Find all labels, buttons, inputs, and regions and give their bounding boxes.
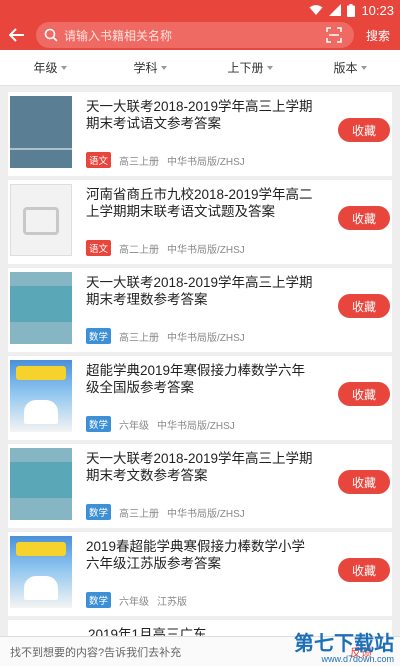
book-title: 天一大联考2018-2019学年高三上学期期末考文数参考答案 bbox=[86, 451, 313, 482]
scan-button[interactable] bbox=[322, 23, 346, 47]
list-item[interactable]: 2019春超能学典寒假接力棒数学小学六年级江苏版参考答案 数学 六年级 江苏版 收藏 bbox=[8, 532, 392, 616]
subject-tag: 数学 bbox=[86, 592, 112, 608]
caret-down-icon bbox=[266, 66, 273, 70]
book-publisher: 中华书局版/ZHSJ bbox=[167, 244, 245, 256]
favorite-button[interactable]: 收藏 bbox=[338, 206, 390, 230]
filter-bar: 年级 学科 上下册 版本 bbox=[0, 50, 400, 86]
watermark: 第七下载站 www.d7down.com bbox=[294, 627, 394, 664]
book-grade: 六年级 bbox=[119, 596, 150, 608]
book-cover bbox=[10, 272, 72, 344]
book-title: 河南省商丘市九校2018-2019学年高二上学期期末联考语文试题及答案 bbox=[86, 187, 313, 218]
book-publisher: 中华书局版/ZHSJ bbox=[167, 332, 245, 344]
book-title: 天一大联考2018-2019学年高三上学期期末考理数参考答案 bbox=[86, 275, 313, 306]
scan-icon bbox=[326, 27, 342, 43]
wifi-icon bbox=[309, 5, 323, 15]
favorite-button[interactable]: 收藏 bbox=[338, 382, 390, 406]
filter-volume[interactable]: 上下册 bbox=[200, 50, 300, 85]
caret-down-icon bbox=[360, 66, 367, 70]
app-bar: 请输入书籍相关名称 搜索 bbox=[0, 20, 400, 50]
filter-grade[interactable]: 年级 bbox=[0, 50, 100, 85]
book-grade: 高三上册 bbox=[119, 156, 160, 168]
feedback-prompt: 找不到想要的内容?告诉我们去补充 bbox=[10, 646, 182, 659]
search-icon bbox=[44, 28, 58, 42]
signal-icon bbox=[329, 4, 342, 16]
book-title: 超能学典2019年寒假接力棒数学六年级全国版参考答案 bbox=[86, 363, 306, 394]
subject-tag: 数学 bbox=[86, 504, 112, 520]
book-grade: 高三上册 bbox=[119, 332, 160, 344]
book-grade: 高二上册 bbox=[119, 244, 160, 256]
caret-down-icon bbox=[60, 66, 67, 70]
subject-tag: 数学 bbox=[86, 416, 112, 432]
filter-subject[interactable]: 学科 bbox=[100, 50, 200, 85]
book-list: 天一大联考2018-2019学年高三上学期期末考试语文参考答案 语文 高三上册 中华… bbox=[8, 92, 392, 664]
book-grade: 六年级 bbox=[119, 420, 150, 432]
filter-edition[interactable]: 版本 bbox=[300, 50, 400, 85]
book-cover bbox=[10, 448, 72, 520]
book-cover bbox=[10, 96, 72, 168]
search-placeholder: 请输入书籍相关名称 bbox=[64, 28, 173, 43]
search-button[interactable]: 搜索 bbox=[362, 27, 394, 44]
back-button[interactable] bbox=[6, 20, 28, 50]
subject-tag: 语文 bbox=[86, 152, 112, 168]
list-item[interactable]: 天一大联考2018-2019学年高三上学期期末考理数参考答案 数学 高三上册 中华书… bbox=[8, 268, 392, 352]
list-item[interactable]: 超能学典2019年寒假接力棒数学六年级全国版参考答案 数学 六年级 中华书局版/ZH… bbox=[8, 356, 392, 440]
caret-down-icon bbox=[160, 66, 167, 70]
status-bar: 10:23 bbox=[0, 0, 400, 20]
book-publisher: 江苏版 bbox=[157, 596, 188, 608]
status-time: 10:23 bbox=[361, 2, 394, 18]
book-title: 2019春超能学典寒假接力棒数学小学六年级江苏版参考答案 bbox=[86, 539, 306, 570]
book-title: 天一大联考2018-2019学年高三上学期期末考试语文参考答案 bbox=[86, 99, 313, 130]
favorite-button[interactable]: 收藏 bbox=[338, 470, 390, 494]
book-cover bbox=[10, 184, 72, 256]
battery-icon bbox=[347, 3, 356, 17]
book-grade: 高三上册 bbox=[119, 508, 160, 520]
list-item[interactable]: 天一大联考2018-2019学年高三上学期期末考文数参考答案 数学 高三上册 中华书… bbox=[8, 444, 392, 528]
favorite-button[interactable]: 收藏 bbox=[338, 118, 390, 142]
favorite-button[interactable]: 收藏 bbox=[338, 294, 390, 318]
book-publisher: 中华书局版/ZHSJ bbox=[157, 420, 235, 432]
arrow-left-icon bbox=[9, 28, 24, 42]
list-item[interactable]: 天一大联考2018-2019学年高三上学期期末考试语文参考答案 语文 高三上册 中华… bbox=[8, 92, 392, 176]
subject-tag: 语文 bbox=[86, 240, 112, 256]
subject-tag: 数学 bbox=[86, 328, 112, 344]
watermark-title: 第七下载站 bbox=[294, 633, 394, 655]
book-cover bbox=[10, 536, 72, 608]
book-publisher: 中华书局版/ZHSJ bbox=[167, 156, 245, 168]
favorite-button[interactable]: 收藏 bbox=[338, 558, 390, 582]
book-publisher: 中华书局版/ZHSJ bbox=[167, 508, 245, 520]
list-item[interactable]: 河南省商丘市九校2018-2019学年高二上学期期末联考语文试题及答案 语文 高二… bbox=[8, 180, 392, 264]
search-input[interactable]: 请输入书籍相关名称 bbox=[36, 22, 354, 48]
book-cover bbox=[10, 360, 72, 432]
